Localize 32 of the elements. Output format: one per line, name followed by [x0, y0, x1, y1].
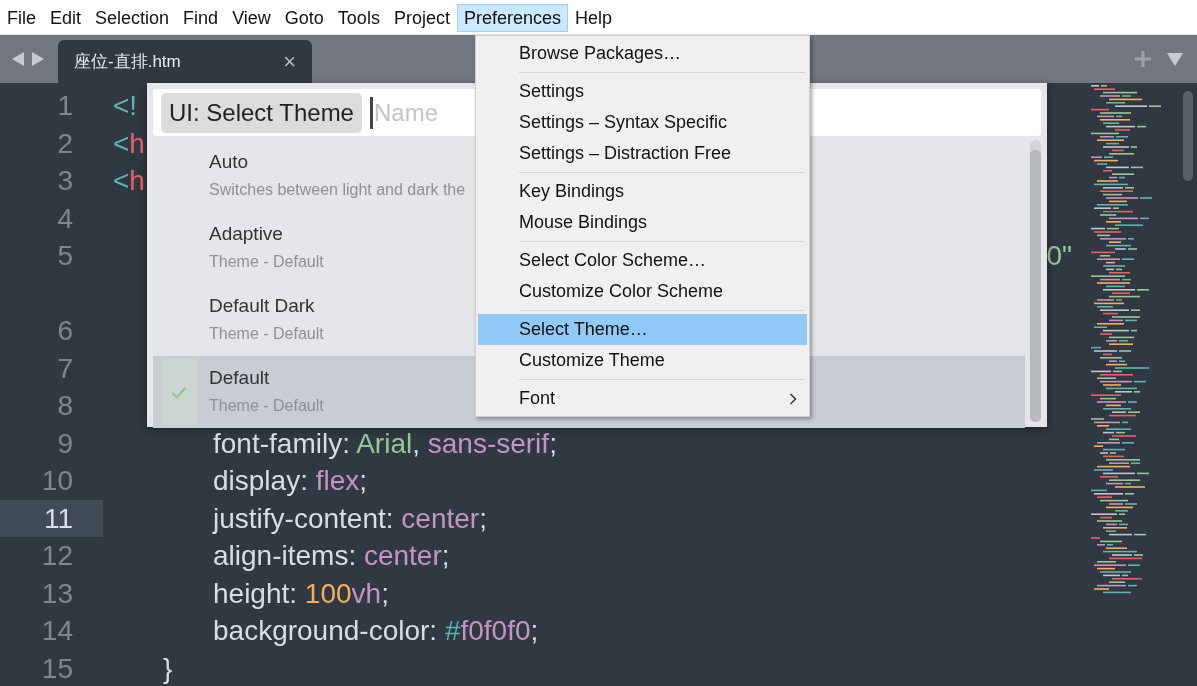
code-line: <h: [113, 165, 145, 196]
line-number: 11: [0, 499, 103, 537]
line-number: 4: [56, 201, 74, 236]
line-number: 2: [56, 126, 74, 161]
code-line: 0": [1046, 240, 1072, 271]
code-line: font-family: Arial, sans-serif;: [212, 427, 557, 459]
code-line: <h: [113, 127, 145, 159]
line-number: 1: [56, 89, 74, 123]
line-number: 3: [56, 164, 74, 198]
option-description: Theme - Default: [209, 396, 324, 416]
code-line: }: [162, 652, 173, 684]
code-line: <!: [113, 90, 138, 121]
line-number: 10: [40, 464, 74, 498]
line-number: 7: [56, 351, 74, 386]
line-number: 13: [40, 576, 74, 611]
line-number: 12: [40, 539, 74, 573]
line-number: 14: [40, 614, 74, 648]
line-number: 8: [56, 389, 74, 423]
line-number: 6: [56, 314, 74, 348]
option-description: Switches between light and dark the: [209, 180, 466, 200]
line-number: 15: [40, 651, 74, 686]
option-description: Theme - Default: [209, 324, 324, 344]
tab-label: 座位-直排.htm: [74, 50, 181, 73]
code-line: justify-content: center;: [211, 502, 487, 534]
option-description: Theme - Default: [209, 252, 324, 272]
code-line: height: 100vh;: [212, 577, 389, 609]
line-number: 9: [56, 426, 74, 461]
code-line: background-color: #f0f0f0;: [212, 615, 539, 646]
code-line: align-items: center;: [212, 540, 450, 571]
command-prefix: UI: Select Theme: [161, 92, 362, 133]
code-line: display: flex;: [212, 465, 368, 496]
line-number: 5: [56, 239, 74, 273]
